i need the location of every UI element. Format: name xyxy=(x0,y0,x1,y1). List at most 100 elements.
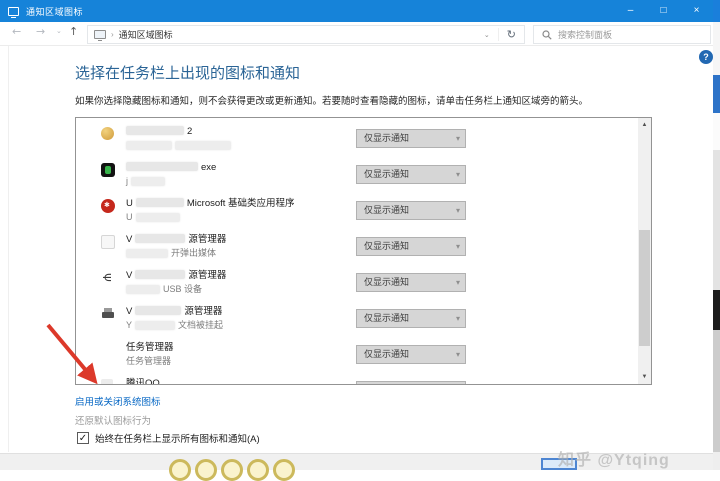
behavior-dropdown[interactable]: 仅显示通知▾ xyxy=(356,129,466,148)
scrollbar-thumb[interactable] xyxy=(639,230,650,346)
list-item: UMicrosoft 基础类应用程序U仅显示通知▾ xyxy=(76,196,640,232)
row-text-line: 腾讯QQ xyxy=(126,377,163,385)
redacted-text xyxy=(135,270,185,279)
page-description: 如果你选择隐藏图标和通知，则不会获得更改或更新通知。若要随时查看隐藏的图标，请单… xyxy=(75,93,635,107)
row-text: 文档被挂起 xyxy=(178,320,223,330)
up-button[interactable]: ↑ xyxy=(69,25,78,38)
row-text-line xyxy=(126,139,234,151)
forward-button[interactable]: → xyxy=(36,25,45,38)
footer-circle-icon xyxy=(169,459,191,481)
redacted-text xyxy=(126,162,198,171)
scrollbar-up-icon[interactable]: ▲ xyxy=(638,118,651,132)
search-icon xyxy=(542,30,552,40)
footer-circle-icon xyxy=(221,459,243,481)
behavior-dropdown[interactable]: 仅显示通知 ▾ xyxy=(356,345,466,364)
row-lines: V 源管理器开弹出媒体 xyxy=(126,233,229,259)
row-text: U xyxy=(126,212,133,222)
background-window-edge xyxy=(713,22,720,75)
computer-icon xyxy=(94,30,106,39)
row-text: V xyxy=(126,270,132,281)
behavior-dropdown[interactable]: 仅显示通知▾ xyxy=(356,273,466,292)
row-text-line: 开弹出媒体 xyxy=(126,247,229,259)
background-window-edge xyxy=(713,75,720,113)
redacted-text xyxy=(135,321,175,330)
refresh-icon[interactable]: ↻ xyxy=(498,28,524,41)
background-window-edge xyxy=(713,452,720,470)
row-lines: 腾讯QQ xyxy=(126,377,163,385)
row-text: 开弹出媒体 xyxy=(171,248,216,258)
address-chevron-icon[interactable]: ⌄ xyxy=(476,31,498,39)
address-bar[interactable]: › 通知区域图标 ⌄ ↻ xyxy=(87,25,525,44)
behavior-dropdown-value: 仅显示通知 xyxy=(364,169,409,179)
window-left-edge xyxy=(8,46,9,452)
list-item: 2仅显示通知▾ xyxy=(76,124,640,160)
title-bar: 通知区域图标 – □ × xyxy=(0,0,713,22)
behavior-dropdown-value: 仅显示通知 xyxy=(364,349,409,359)
watermark: 知乎 @Ytqing xyxy=(558,446,670,470)
checkmark-icon: ✓ xyxy=(79,433,87,444)
row-text: 腾讯QQ xyxy=(126,378,160,385)
search-box[interactable] xyxy=(533,25,711,44)
chevron-down-icon: ▾ xyxy=(456,310,460,327)
list-item: V 源管理器 USB 设备 仅显示通知▾ xyxy=(76,268,640,304)
behavior-dropdown[interactable]: 仅显示通知 ▾ xyxy=(356,237,466,256)
behavior-dropdown[interactable]: 仅显示通知▾ xyxy=(356,201,466,220)
show-all-checkbox[interactable]: ✓ xyxy=(77,432,89,444)
chevron-down-icon: ▾ xyxy=(456,274,460,291)
usb-icon xyxy=(101,271,115,285)
behavior-dropdown-value: 仅显示通知 xyxy=(364,313,409,323)
row-text-line: V 源管理器 xyxy=(126,269,229,283)
show-all-row: ✓ 始终在任务栏上显示所有图标和通知(A) xyxy=(77,431,260,445)
behavior-dropdown[interactable]: 仅显示通知 ▾ xyxy=(356,165,466,184)
row-lines: exej xyxy=(126,161,219,187)
window-title: 通知区域图标 xyxy=(26,5,83,18)
row-text: 源管理器 xyxy=(188,234,226,245)
row-text: V xyxy=(126,234,132,245)
redacted-text xyxy=(175,141,231,150)
scrollbar-down-icon[interactable]: ▼ xyxy=(638,370,651,384)
row-lines: V源管理器Y 文档被挂起 xyxy=(126,305,226,331)
row-text-line: exe xyxy=(126,161,219,175)
row-text: Y xyxy=(126,320,132,330)
behavior-dropdown-value: 仅显示通知 xyxy=(364,133,409,143)
behavior-dropdown[interactable]: 仅显示通知▾ xyxy=(356,381,466,385)
row-text-line: V源管理器 xyxy=(126,305,226,319)
row-text-line: 任务管理器 xyxy=(126,341,177,355)
chevron-down-icon: ▾ xyxy=(456,166,460,183)
search-input[interactable] xyxy=(558,30,710,40)
behavior-dropdown-value: 仅显示通知 xyxy=(364,241,409,251)
row-text: Microsoft 基础类应用程序 xyxy=(187,198,295,209)
row-text: exe xyxy=(201,162,216,173)
redacted-text xyxy=(126,126,184,135)
help-icon[interactable]: ? xyxy=(699,50,713,64)
restore-defaults-link[interactable]: 还原默认图标行为 xyxy=(75,413,151,427)
back-button[interactable]: ← xyxy=(12,25,21,38)
enable-system-icons-link[interactable]: 启用或关闭系统图标 xyxy=(75,394,161,408)
chevron-down-icon: ▾ xyxy=(456,238,460,255)
row-text: USB 设备 xyxy=(163,284,202,294)
scrollbar[interactable]: ▲ ▼ xyxy=(638,118,651,384)
history-chevron-icon[interactable]: ⌄ xyxy=(56,27,62,35)
footer-circle-icon xyxy=(247,459,269,481)
background-window-edge xyxy=(713,0,720,22)
list-item: 任务管理器任务管理器仅显示通知▾ xyxy=(76,340,640,376)
chevron-down-icon: ▾ xyxy=(456,346,460,363)
row-text: 任务管理器 xyxy=(126,342,174,353)
row-lines: V 源管理器 USB 设备 xyxy=(126,269,229,295)
footer-circle-icon xyxy=(195,459,217,481)
window-app-icon xyxy=(8,7,19,16)
redacted-text xyxy=(136,198,184,207)
list-item: V源管理器Y 文档被挂起 仅显示通知 ▾ xyxy=(76,304,640,340)
row-lines: UMicrosoft 基础类应用程序U xyxy=(126,197,298,223)
behavior-dropdown[interactable]: 仅显示通知 ▾ xyxy=(356,309,466,328)
behavior-dropdown-value: 仅显示通知 xyxy=(364,205,409,215)
minimize-button[interactable]: – xyxy=(614,0,647,22)
row-text-line: V 源管理器 xyxy=(126,233,229,247)
redacted-text xyxy=(126,249,168,258)
background-window-edge xyxy=(713,290,720,330)
breadcrumb-current[interactable]: 通知区域图标 xyxy=(119,28,173,41)
row-text: 源管理器 xyxy=(188,270,226,281)
close-button[interactable]: × xyxy=(680,0,713,22)
maximize-button[interactable]: □ xyxy=(647,0,680,22)
redacted-text xyxy=(131,177,165,186)
